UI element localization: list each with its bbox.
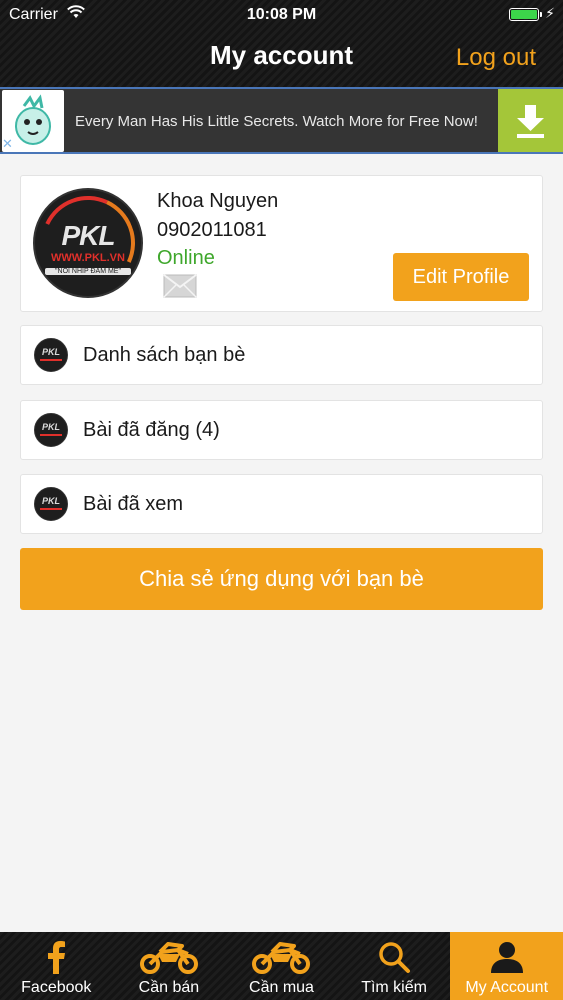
- row-logo-icon: PKL: [34, 487, 68, 521]
- tab-my-account[interactable]: My Account: [450, 932, 563, 1000]
- online-status: Online: [157, 247, 215, 269]
- menu-item-label: Bài đã xem: [83, 492, 184, 515]
- avatar: PKL WWW.PKL.VN "NOI NHIP ĐAM ME": [33, 188, 143, 298]
- avatar-brand: PKL: [61, 220, 116, 251]
- clock: 10:08 PM: [246, 6, 317, 23]
- motorcycle-icon: [139, 942, 198, 974]
- mail-icon[interactable]: [163, 274, 197, 298]
- menu-item-friends[interactable]: PKL Danh sách bạn bè: [20, 325, 543, 385]
- avatar-url: WWW.PKL.VN: [51, 252, 125, 264]
- profile-name: Khoa Nguyen: [157, 190, 279, 212]
- tab-label: Tìm kiếm: [361, 979, 427, 996]
- avatar-slogan: "NOI NHIP ĐAM ME": [45, 268, 131, 275]
- tab-can-mua[interactable]: Cần mua: [225, 932, 338, 1000]
- top-header: Carrier 10:08 PM ⚡ My account Log out: [0, 0, 563, 87]
- search-icon: [379, 942, 411, 973]
- menu-item-posted[interactable]: PKL Bài đã đăng (4): [20, 400, 543, 460]
- profile-phone: 0902011081: [157, 219, 267, 241]
- tab-label: Cần mua: [249, 979, 314, 996]
- menu-item-label: Danh sách bạn bè: [83, 343, 246, 366]
- battery-icon: [509, 8, 539, 21]
- tab-label: Cần bán: [138, 979, 200, 996]
- download-icon: [517, 105, 544, 138]
- tab-label: My Account: [465, 979, 549, 996]
- tab-facebook[interactable]: Facebook: [0, 932, 113, 1000]
- share-app-button[interactable]: Chia sẻ ứng dụng với bạn bè: [20, 548, 543, 610]
- ad-banner[interactable]: ✕ Every Man Has His Little Secrets. Watc…: [0, 87, 563, 154]
- ad-text: Every Man Has His Little Secrets. Watch …: [75, 113, 478, 130]
- tab-label: Facebook: [21, 979, 92, 996]
- ad-close-icon[interactable]: ✕: [2, 136, 13, 152]
- tab-search[interactable]: Tìm kiếm: [338, 932, 451, 1000]
- facebook-icon: [48, 941, 66, 974]
- menu-item-label: Bài đã đăng (4): [83, 418, 220, 441]
- download-button[interactable]: [498, 89, 563, 152]
- profile-card: PKL WWW.PKL.VN "NOI NHIP ĐAM ME" Khoa Ng…: [20, 175, 543, 312]
- row-logo-icon: PKL: [34, 338, 68, 372]
- logout-button[interactable]: Log out: [456, 44, 536, 72]
- menu-item-viewed[interactable]: PKL Bài đã xem: [20, 474, 543, 534]
- status-bar: Carrier 10:08 PM ⚡: [0, 0, 563, 30]
- row-logo-icon: PKL: [34, 413, 68, 447]
- charging-icon: ⚡: [545, 5, 555, 21]
- edit-profile-button[interactable]: Edit Profile: [393, 253, 529, 301]
- user-icon: [490, 942, 523, 973]
- tab-can-ban[interactable]: Cần bán: [113, 932, 226, 1000]
- tab-bar: Facebook Cần bán Cần mua Tìm kiếm My Acc…: [0, 932, 563, 1000]
- motorcycle-icon: [252, 942, 311, 974]
